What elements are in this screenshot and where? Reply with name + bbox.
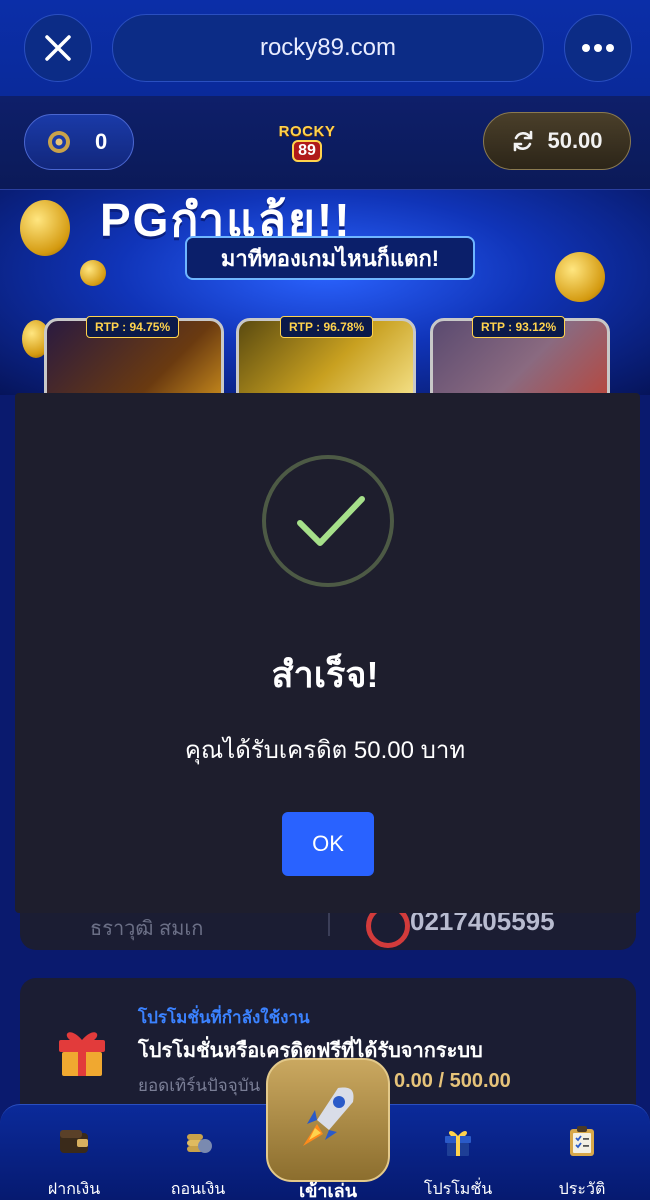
nav-deposit-label: ฝากเงิน (47, 1181, 101, 1198)
rtp-badge: RTP : 93.12% (472, 316, 566, 338)
gift-icon (445, 1130, 471, 1156)
rocket-icon (303, 1087, 354, 1146)
browser-bar: rocky89.com (0, 0, 650, 96)
coins-stack-icon (187, 1134, 212, 1153)
rtp-badge: RTP : 96.78% (280, 316, 374, 338)
checkmark-icon (297, 496, 365, 546)
success-icon (262, 455, 394, 587)
rtp-badge: RTP : 94.75% (86, 316, 180, 338)
url-text: rocky89.com (259, 34, 397, 61)
turnover-amount: 0.00 / 500.00 (394, 1070, 511, 1092)
logo-number: 89 (292, 139, 322, 162)
refresh-balance-button[interactable]: 50.00 (483, 112, 631, 170)
coin-balance[interactable]: 0 (24, 114, 134, 170)
nav-withdraw[interactable]: ถอนเงิน (148, 1124, 248, 1200)
banner-headline: PGกำแล้ย!! (100, 194, 352, 246)
ok-button[interactable]: OK (282, 812, 374, 876)
dialog-message: คุณได้รับเครดิต 50.00 บาท (184, 737, 466, 764)
url-bar[interactable]: rocky89.com (112, 14, 544, 82)
account-name: ธราวุฒิ สมเก (90, 918, 204, 940)
nav-withdraw-label: ถอนเงิน (170, 1181, 226, 1198)
banner-subtitle: มาทีทองเกมไหนก็แตก! (185, 236, 475, 280)
nav-promotion[interactable]: โปรโมชั่น (408, 1124, 508, 1200)
close-button[interactable] (24, 14, 92, 82)
coin-decoration (80, 260, 106, 286)
logo[interactable]: ROCKY 89 (270, 110, 344, 174)
coin-value: 0 (95, 129, 108, 154)
wallet-icon (60, 1130, 88, 1153)
turnover-label: ยอดเทิร์นปัจจุบัน (138, 1076, 261, 1095)
nav-promotion-label: โปรโมชั่น (423, 1181, 493, 1198)
nav-deposit[interactable]: ฝากเงิน (24, 1124, 124, 1200)
nav-play-button[interactable] (266, 1058, 390, 1182)
close-icon (45, 35, 71, 61)
clipboard-icon (570, 1126, 594, 1156)
promo-label: โปรโมชั่นที่กำลังใช้งาน (138, 1008, 310, 1027)
nav-history-label: ประวัติ (558, 1181, 606, 1198)
balance-value: 50.00 (547, 128, 603, 153)
coin-decoration (20, 200, 70, 256)
more-button[interactable] (564, 14, 632, 82)
nav-play-label: เข้าเล่น (298, 1181, 358, 1200)
coin-icon (48, 131, 70, 153)
coin-decoration (555, 252, 605, 302)
nav-history[interactable]: ประวัติ (532, 1124, 632, 1200)
dialog-title: สำเร็จ! (271, 654, 379, 695)
promo-banner[interactable]: PGกำแล้ย!! มาทีทองเกมไหนก็แตก! RTP : 94.… (0, 190, 650, 395)
refresh-icon (514, 130, 533, 152)
gift-icon (59, 1032, 105, 1076)
app-header: 0 ROCKY 89 50.00 (0, 96, 650, 190)
logo-text: ROCKY (278, 122, 336, 140)
more-icon (582, 44, 614, 52)
